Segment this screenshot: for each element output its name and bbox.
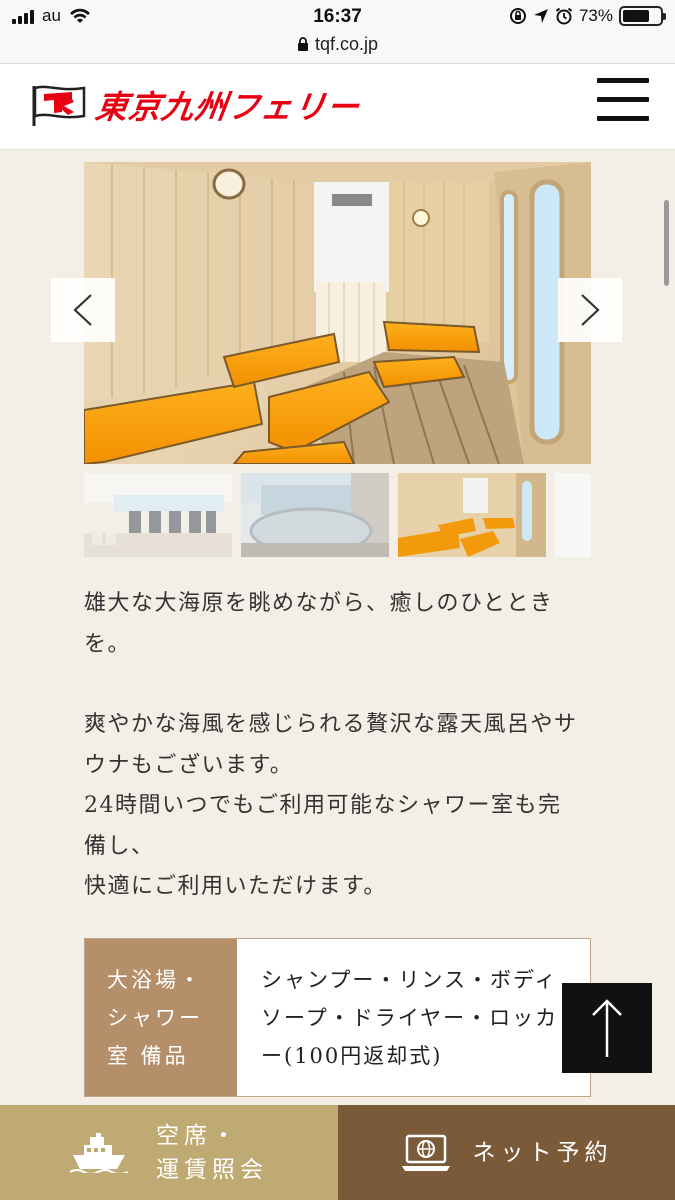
scrollbar-thumb[interactable] <box>664 200 669 286</box>
rotation-lock-icon <box>509 8 526 24</box>
thumbnail-shower-room[interactable] <box>84 473 232 557</box>
flag-logo-icon <box>32 85 86 126</box>
description-line: 24時間いつでもご利用可能なシャワー室も完備し、 <box>84 793 562 859</box>
location-icon <box>533 9 548 23</box>
sauna-room-photo <box>398 473 546 557</box>
thumbnail-open-air-bath[interactable] <box>241 473 389 557</box>
status-bar: au 16:37 73% <box>0 0 675 34</box>
slider-next-button[interactable] <box>558 278 622 342</box>
online-reservation-button[interactable]: ネット予約 <box>338 1105 675 1200</box>
seat-fare-inquiry-button[interactable]: 空席・ 運賃照会 <box>0 1105 338 1200</box>
chevron-left-icon <box>73 294 92 326</box>
thumbnail-next[interactable] <box>555 473 591 557</box>
description-line: 爽やかな海風を感じられる贅沢な露天風呂やサウナもございます。 <box>84 712 578 778</box>
arrow-up-icon <box>592 999 622 1057</box>
site-logo[interactable]: 東京九州フェリー <box>30 82 363 128</box>
description-paragraph-2: 爽やかな海風を感じられる贅沢な露天風呂やサウナもございます。 24時間いつでもご… <box>84 705 584 908</box>
logo-text: 東京九州フェリー <box>93 88 363 126</box>
shower-room-photo <box>84 473 232 557</box>
battery-percent: 73% <box>578 6 613 25</box>
bottom-action-bar: 空席・ 運賃照会 ネット予約 <box>0 1105 675 1200</box>
partial-thumbnail-photo <box>555 473 591 557</box>
url-bar[interactable]: tqf.co.jp <box>0 34 675 64</box>
lock-icon <box>297 37 308 51</box>
thumbnail-sauna-room[interactable] <box>398 473 546 557</box>
amenities-table: 大浴場・シャワー室 備品 シャンプー・リンス・ボディソープ・ドライヤー・ロッカー… <box>84 938 591 1097</box>
status-right: 73% <box>509 6 666 26</box>
alarm-icon <box>555 7 573 25</box>
seat-fare-label-line1: 空席・ <box>156 1122 240 1149</box>
back-to-top-button[interactable] <box>562 983 652 1073</box>
description-line: 快適にご利用いただけます。 <box>84 874 387 899</box>
amenities-label: 大浴場・シャワー室 備品 <box>85 939 237 1096</box>
sauna-room-photo <box>84 162 591 464</box>
amenities-value: シャンプー・リンス・ボディソープ・ドライヤー・ロッカー(100円返却式) <box>261 968 559 1068</box>
online-reservation-label: ネット予約 <box>472 1139 613 1166</box>
laptop-globe-icon <box>401 1134 450 1171</box>
slider-thumbnails <box>84 473 591 557</box>
site-header: 東京九州フェリー <box>0 64 675 150</box>
slider-prev-button[interactable] <box>51 278 115 342</box>
hamburger-menu-button[interactable] <box>597 78 649 124</box>
open-air-bath-photo <box>241 473 389 557</box>
hamburger-icon <box>597 78 649 83</box>
seat-fare-label-line2: 運賃照会 <box>156 1156 268 1183</box>
url-domain: tqf.co.jp <box>314 34 379 54</box>
description-paragraph-1: 雄大な大海原を眺めながら、癒しのひとときを。 <box>84 591 554 657</box>
ship-icon <box>70 1132 128 1173</box>
seat-fare-label: 空席・ 運賃照会 <box>156 1119 268 1187</box>
chevron-right-icon <box>581 294 600 326</box>
slider-main-image <box>84 162 591 464</box>
battery-icon <box>619 6 666 26</box>
description-text: 雄大な大海原を眺めながら、癒しのひとときを。 爽やかな海風を感じられる贅沢な露天… <box>84 584 584 908</box>
